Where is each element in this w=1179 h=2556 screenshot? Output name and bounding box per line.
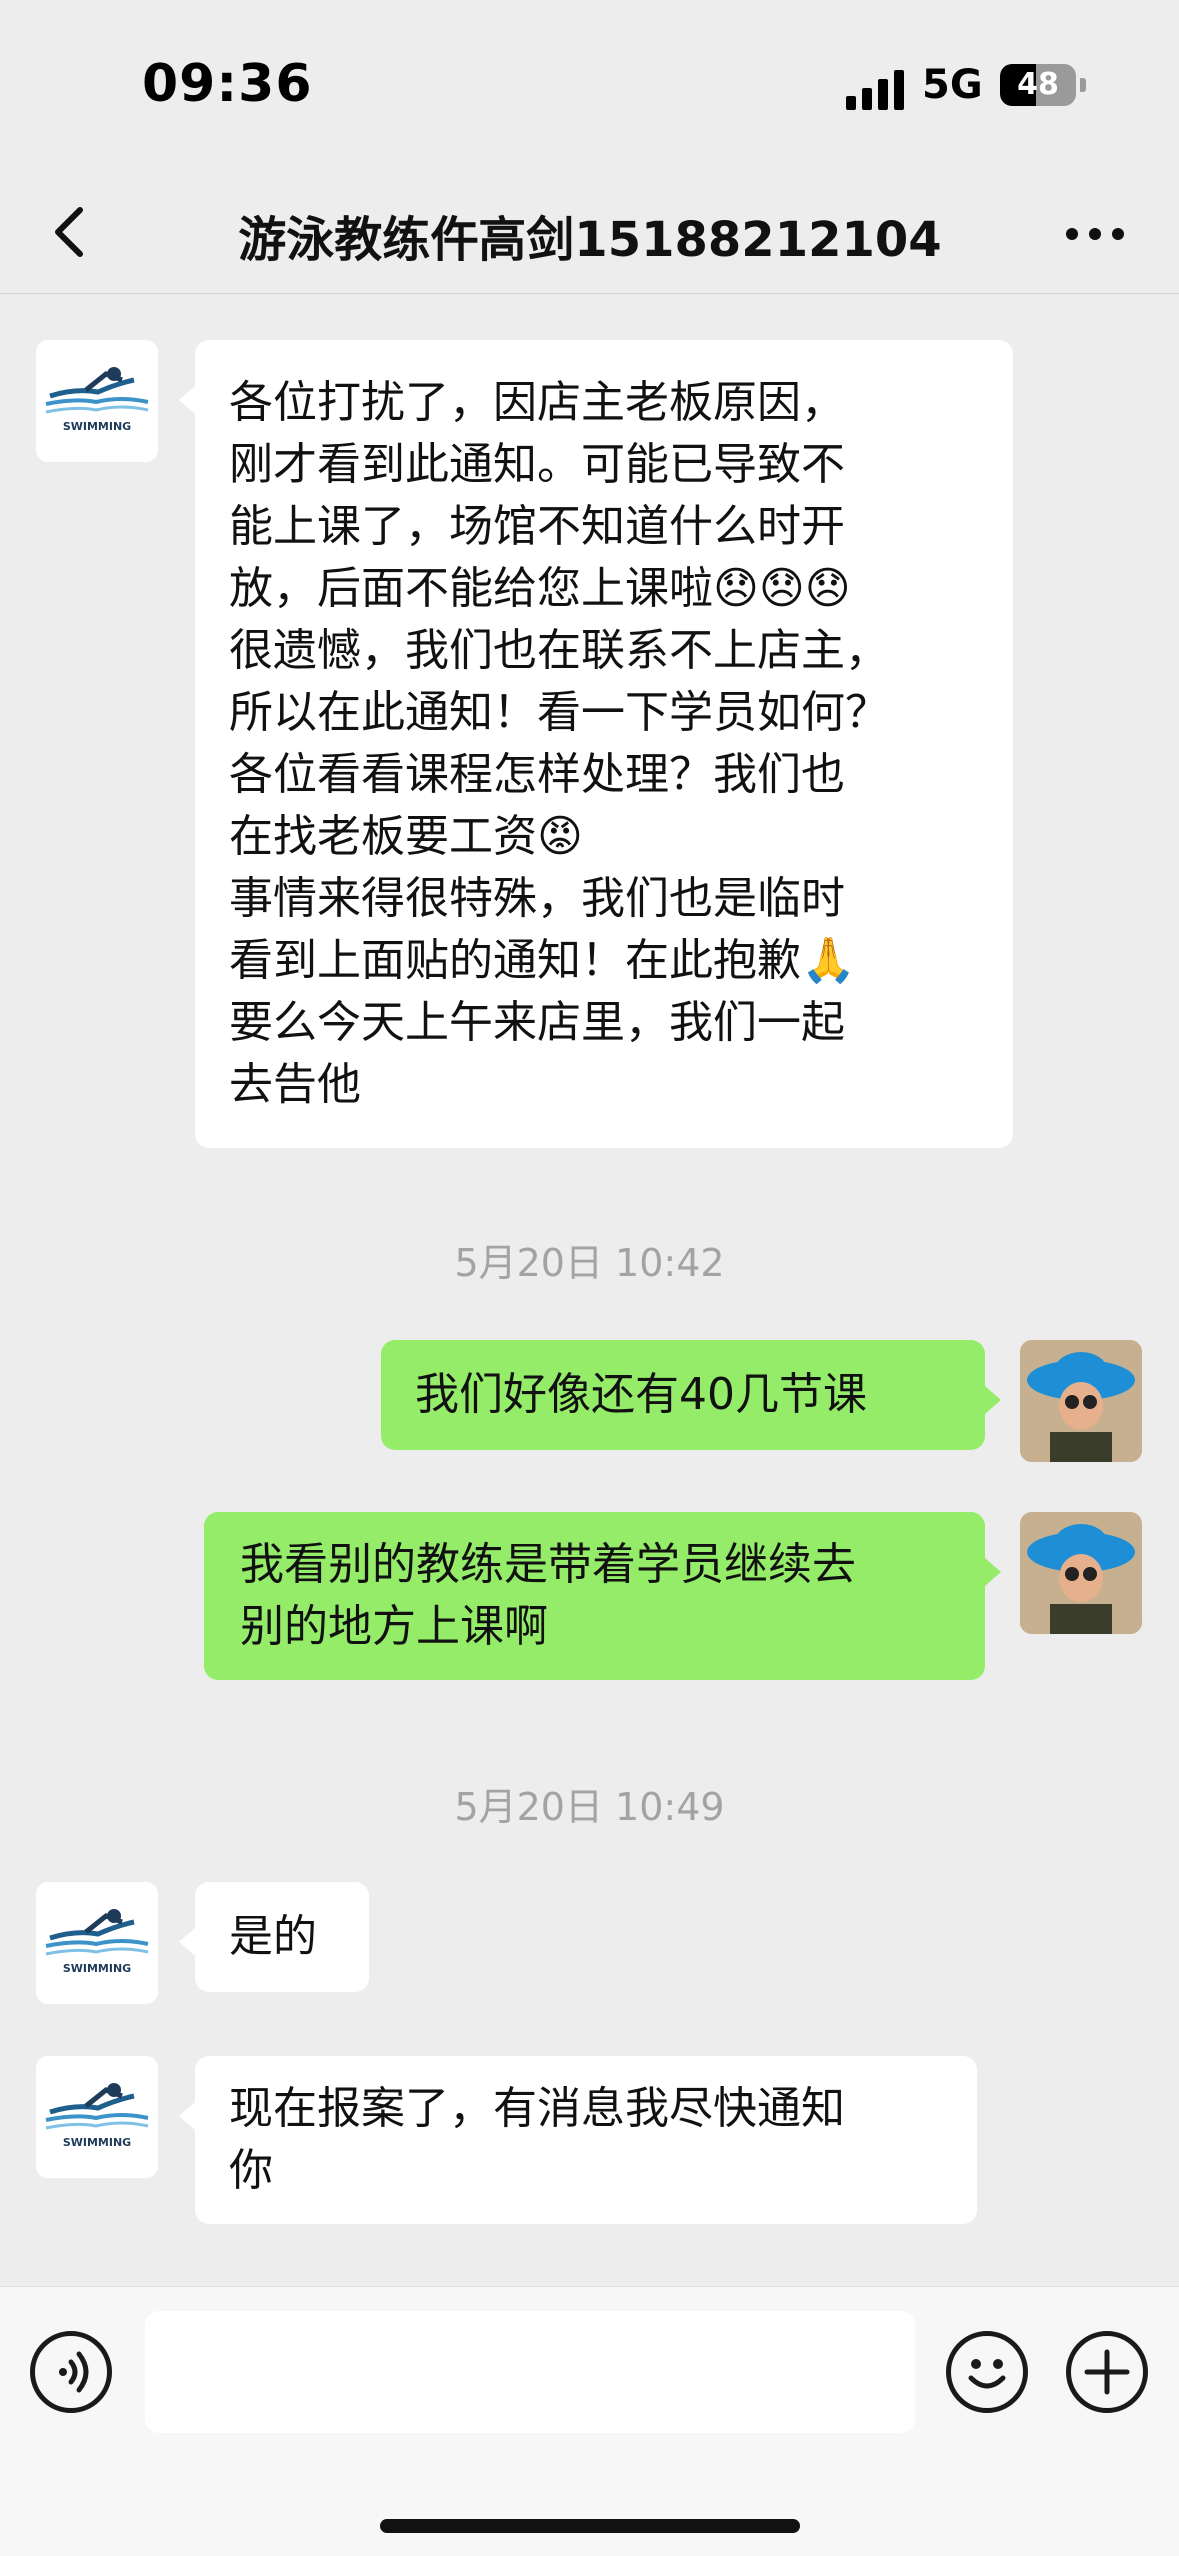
message-bubble[interactable]: 各位打扰了，因店主老板原因， 刚才看到此通知。可能已导致不 能上课了，场馆不知道… <box>195 340 1013 1148</box>
avatar-logo-text: SWIMMING <box>63 420 131 433</box>
message-bubble[interactable]: 现在报案了，有消息我尽快通知 你 <box>195 2056 977 2224</box>
battery-percent: 48 <box>1017 67 1059 102</box>
avatar-logo-text: SWIMMING <box>63 2136 131 2149</box>
network-type: 5G <box>922 62 983 108</box>
plus-icon[interactable] <box>1066 2331 1148 2413</box>
avatar-logo-text: SWIMMING <box>63 1962 131 1975</box>
input-bar <box>0 2286 1179 2556</box>
my-avatar[interactable] <box>1020 1340 1142 1462</box>
coach-avatar[interactable]: SWIMMING <box>36 1882 158 2004</box>
status-time: 09:36 <box>142 54 313 114</box>
message-timestamp: 5月20日 10:42 <box>454 1241 725 1285</box>
message-timestamp: 5月20日 10:49 <box>454 1785 725 1829</box>
home-indicator[interactable] <box>380 2519 800 2533</box>
swimmer-logo-icon: SWIMMING <box>45 1909 149 1975</box>
message-bubble-self[interactable]: 我们好像还有40几节课 <box>381 1340 985 1450</box>
message-bubble[interactable]: 是的 <box>195 1882 369 1992</box>
smile-face-icon <box>968 2359 1006 2389</box>
message-input[interactable] <box>145 2311 915 2433</box>
plus-sign-icon <box>1084 2349 1130 2395</box>
voice-icon[interactable] <box>30 2331 112 2413</box>
status-bar: 09:36 5G 48 <box>0 0 1179 170</box>
voice-wave-icon <box>59 2351 89 2393</box>
coach-avatar[interactable]: SWIMMING <box>36 2056 158 2178</box>
swimmer-logo-icon: SWIMMING <box>45 367 149 433</box>
message-bubble-self[interactable]: 我看别的教练是带着学员继续去 别的地方上课啊 <box>204 1512 985 1680</box>
battery-cap <box>1080 78 1086 92</box>
bubble-tail <box>179 2102 195 2130</box>
child-photo-icon <box>1020 1512 1142 1634</box>
more-dots-icon[interactable] <box>1060 214 1130 254</box>
chat-title: 游泳教练仵高剑15188212104 <box>238 212 942 268</box>
battery-icon: 48 <box>1000 64 1076 106</box>
my-avatar[interactable] <box>1020 1512 1142 1634</box>
chat-header: 游泳教练仵高剑15188212104 <box>0 170 1179 294</box>
swimmer-logo-icon: SWIMMING <box>45 2083 149 2149</box>
emoji-icon[interactable] <box>946 2331 1028 2413</box>
bubble-tail <box>985 1558 1001 1586</box>
bubble-tail <box>985 1386 1001 1414</box>
bubble-tail <box>179 386 195 414</box>
chevron-left-icon[interactable] <box>40 196 100 268</box>
signal-icon <box>846 70 904 110</box>
child-photo-icon <box>1020 1340 1142 1462</box>
coach-avatar[interactable]: SWIMMING <box>36 340 158 462</box>
bubble-tail <box>179 1928 195 1956</box>
